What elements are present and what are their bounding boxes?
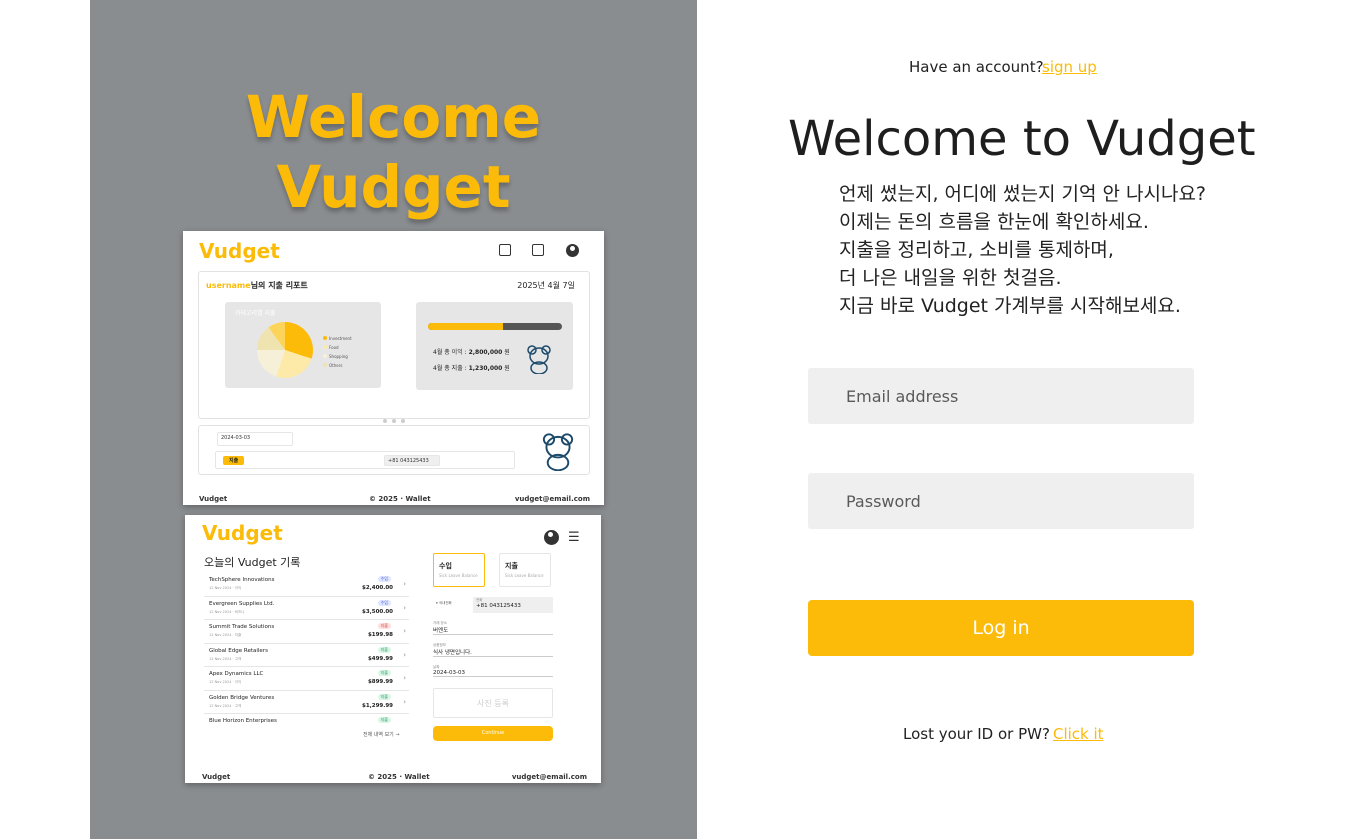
income-stat: 4월 총 이익 : 2,800,000 원 <box>433 349 510 356</box>
hamburger-menu-icon: ☰ <box>568 530 580 545</box>
list-item: TechSphere Innovations 12 Nov 2024 · 이익 수입… <box>204 573 409 597</box>
description-line: 이제는 돈의 흐름을 한눈에 확인하세요. <box>839 211 1149 233</box>
description-line: 언제 썼는지, 어디에 썼는지 기억 안 나시나요? <box>839 183 1207 205</box>
report-card: username님의 지출 리포트 2025년 4월 7일 카테고리별 지출 I… <box>198 271 590 423</box>
have-account-text: Have an account? <box>909 58 1044 76</box>
lost-credentials-text: Lost your ID or PW? <box>903 725 1050 743</box>
preview-logo: Vudget <box>202 521 283 545</box>
entry-row <box>215 451 515 469</box>
description: 언제 썼는지, 어디에 썼는지 기억 안 나시나요? 이제는 돈의 흐름을 한눈… <box>839 180 1259 320</box>
report-date: 2025년 4월 7일 <box>517 281 575 290</box>
date-field: 2024-03-03 <box>217 432 293 446</box>
pie-legend: Investment Food Shopping Others <box>323 334 352 370</box>
preview-screenshot-records: Vudget ☰ 오늘의 Vudget 기록 TechSphere Innova… <box>185 515 601 783</box>
records-title: 오늘의 Vudget 기록 <box>204 556 301 569</box>
phone-field: +81 043125433 <box>384 455 440 466</box>
legend-item: Food <box>323 343 352 352</box>
footer-copyright: © 2025 · Wallet <box>369 495 431 503</box>
phone-code-select: ▾ 국내전화 <box>436 601 452 605</box>
phone-field: 전화 +81 043125433 <box>473 597 553 613</box>
welcome-line-2: Vudget <box>276 153 511 221</box>
description-line: 지금 바로 Vudget 가계부를 시작해보세요. <box>839 295 1181 317</box>
continue-button: Continue <box>433 726 553 741</box>
footer-brand: Vudget <box>199 495 228 503</box>
quick-entry-form: 2024-03-03 지출 +81 043125433 <box>198 425 590 475</box>
list-item: Blue Horizon Enterprises 지출 <box>204 714 409 728</box>
footer-email: vudget@email.com <box>511 773 587 781</box>
list-item: Summit Trade Solutions 12 Nov 2024 · 지출 지출… <box>204 620 409 644</box>
signup-link[interactable]: sign up <box>1042 58 1097 76</box>
description-line: 지출을 정리하고, 소비를 통제하며, <box>839 239 1114 261</box>
budget-progress-bar <box>428 323 562 330</box>
report-username: username <box>206 281 251 290</box>
legend-item: Shopping <box>323 352 352 361</box>
tab-expense: 지출 Sick Leave Balance <box>499 553 551 587</box>
list-item: Global Edge Retailers 12 Nov 2024 · 고객 지출 $… <box>204 644 409 667</box>
legend-item: Investment <box>323 334 352 343</box>
list-item: Golden Bridge Ventures 12 Nov 2024 · 고객 지출… <box>204 691 409 714</box>
preview-screenshot-dashboard: Vudget username님의 지출 리포트 2025년 4월 7일 카테고… <box>183 231 604 505</box>
view-all-link: 전체 내역 보기 → <box>363 732 400 738</box>
welcome-heading: Welcome Vudget <box>90 82 697 222</box>
footer-brand: Vudget <box>202 773 231 781</box>
expense-chip: 지출 <box>223 456 245 465</box>
pie-chart <box>257 322 313 378</box>
legend-item: Others <box>323 361 352 370</box>
report-suffix: 님의 지출 리포트 <box>250 281 308 290</box>
recover-link[interactable]: Click it <box>1053 725 1104 743</box>
photo-upload: 사진 등록 <box>433 688 553 718</box>
list-icon <box>532 244 544 256</box>
records-list: TechSphere Innovations 12 Nov 2024 · 이익 수입… <box>204 573 409 728</box>
bear-icon <box>542 433 574 471</box>
expense-stat: 4월 총 지출 : 1,230,000 원 <box>433 365 510 372</box>
page-title: Welcome to Vudget <box>788 111 1256 167</box>
preview-logo: Vudget <box>199 239 280 263</box>
password-field[interactable] <box>808 473 1194 529</box>
pie-chart-box: 카테고리별 지출 Investment Food Shopping Others <box>225 302 381 388</box>
footer-copyright: © 2025 · Wallet <box>368 773 430 781</box>
report-title: username님의 지출 리포트 <box>206 280 308 291</box>
bear-icon <box>527 345 551 374</box>
footer-email: vudget@email.com <box>514 495 590 503</box>
welcome-line-1: Welcome <box>245 83 542 151</box>
user-icon <box>566 244 579 257</box>
list-item: Evergreen Supplies Ltd. 12 Nov 2024 · 비즈니… <box>204 597 409 620</box>
email-field[interactable] <box>808 368 1194 424</box>
login-button[interactable]: Log in <box>808 600 1194 656</box>
place-field: 거래 장소 버엔도 <box>433 621 553 635</box>
pie-title: 카테고리별 지출 <box>235 310 276 317</box>
stat-box: 4월 총 이익 : 2,800,000 원 4월 총 지출 : 1,230,00… <box>416 302 573 390</box>
calendar-icon <box>499 244 511 256</box>
list-item: Apex Dynamics LLC 12 Nov 2024 · 이익 지출 $899.… <box>204 667 409 691</box>
tab-income: 수입 Sick Leave Balance <box>433 553 485 587</box>
date-field: 날짜 2024-03-03 <box>433 665 553 677</box>
left-showcase-panel: Welcome Vudget Vudget username님의 지출 리포트 … <box>90 0 697 839</box>
login-page: Welcome Vudget Vudget username님의 지출 리포트 … <box>0 0 1351 839</box>
description-line: 더 나은 내일을 위한 첫걸음. <box>839 267 1062 289</box>
user-icon <box>544 530 559 545</box>
product-field: 상품정보 식사 냉면입니다. <box>433 643 553 657</box>
